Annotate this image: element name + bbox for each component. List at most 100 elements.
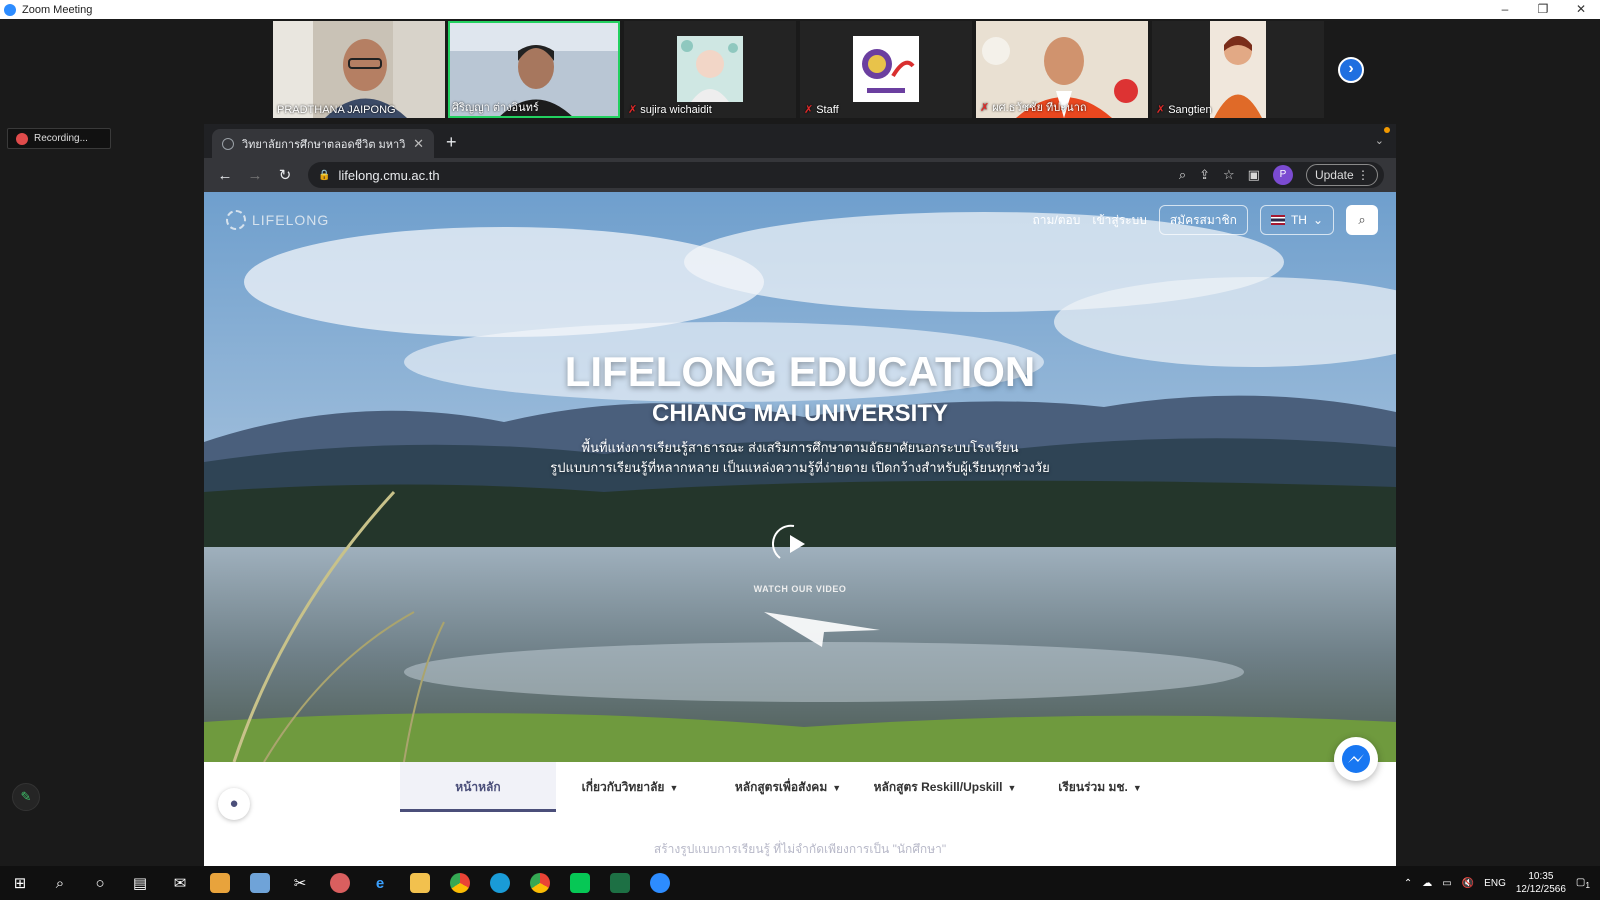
internet-explorer-icon[interactable]: e (360, 866, 400, 900)
new-tab-button[interactable]: + (446, 132, 457, 153)
app-icon[interactable] (240, 866, 280, 900)
notification-center-icon[interactable]: ▢1 (1576, 877, 1590, 890)
bookmark-star-icon[interactable]: ☆ (1223, 167, 1235, 183)
site-search-icon[interactable]: ⌕ (1346, 205, 1378, 235)
site-favicon-icon (222, 137, 234, 150)
restore-button[interactable]: ❐ (1524, 0, 1562, 19)
watch-video-label[interactable]: WATCH OUR VIDEO (204, 584, 1396, 594)
tray-chevron-icon[interactable]: ⌃ (1404, 878, 1412, 889)
side-panel-icon[interactable]: ▣ (1248, 167, 1260, 183)
zoom-logo-icon (4, 3, 16, 16)
chrome-icon[interactable] (440, 866, 480, 900)
menu-item-about[interactable]: เกี่ยวกับวิทยาลัย ▼ (568, 762, 692, 812)
paint-icon[interactable] (320, 866, 360, 900)
participant-name: ✗ ผศ.ธวัชชัย ทีปะนาถ (980, 102, 1087, 114)
menu-item-social-courses[interactable]: หลักสูตรเพื่อสังคม ▼ (718, 762, 858, 812)
onedrive-icon[interactable]: ☁ (1422, 878, 1432, 889)
window-controls: – ❐ ✕ (1486, 0, 1600, 19)
profile-avatar[interactable]: P (1272, 165, 1293, 185)
excel-icon[interactable] (600, 866, 640, 900)
hero-section: LIFELONG ถาม/ตอบ เข้าสู่ระบบ สมัครสมาชิก… (204, 192, 1396, 762)
mail-icon[interactable]: ✉ (160, 866, 200, 900)
gallery-next-page-button[interactable]: › (1338, 57, 1364, 83)
hero-title: LIFELONG EDUCATION (564, 348, 1036, 395)
hero-subtitle: CHIANG MAI UNIVERSITY (651, 400, 948, 427)
participant-tile[interactable]: ✗ sujira wichaidit (624, 21, 796, 118)
minimize-button[interactable]: – (1486, 0, 1524, 19)
task-view-icon[interactable]: ▤ (120, 866, 160, 900)
recording-indicator[interactable]: Recording... (7, 128, 111, 149)
menu-item-join-cmu[interactable]: เรียนร่วม มช. ▼ (1050, 762, 1150, 812)
file-explorer-icon[interactable] (400, 866, 440, 900)
reload-icon[interactable]: ↻ (270, 166, 300, 184)
muted-mic-icon: ✗ (628, 104, 638, 116)
participant-name: ✗ Staff (804, 104, 839, 116)
input-language[interactable]: ENG (1484, 878, 1506, 889)
address-bar-actions: ⌕ ⇪ ☆ ▣ P Update ⋮ (1179, 162, 1378, 188)
volume-muted-icon[interactable]: 🔇 (1462, 878, 1474, 889)
chevron-down-icon: ⌄ (1312, 213, 1323, 227)
tab-strip: วิทยาลัยการศึกษาตลอดชีวิต มหาวิ ✕ + ⌄ (204, 124, 1396, 158)
zoom-app-icon[interactable] (640, 866, 680, 900)
thai-flag-icon (1270, 215, 1285, 225)
login-link[interactable]: เข้าสู่ระบบ (1092, 211, 1147, 230)
chevron-down-icon: ▼ (669, 783, 679, 793)
browser-toolbar: ← → ↻ 🔒 lifelong.cmu.ac.th ⌕ ⇪ ☆ ▣ P Upd… (204, 158, 1396, 192)
hero-description: พื้นที่แห่งการเรียนรู้สาธารณะ ส่งเสริมกา… (550, 440, 1050, 475)
register-button[interactable]: สมัครสมาชิก (1158, 205, 1248, 235)
zoom-magnifier-icon[interactable]: ⌕ (1179, 167, 1186, 183)
windows-taskbar: ⊞ ⌕ ○ ▤ ✉ ✂ e ⌃ ☁ ▭ 🔇 ENG 10:35 12/12/25… (0, 866, 1600, 900)
notification-dot (1384, 127, 1390, 133)
windows-start-icon[interactable]: ⊞ (0, 866, 40, 900)
system-tray: ⌃ ☁ ▭ 🔇 ENG 10:35 12/12/2566 ▢1 (1404, 866, 1600, 900)
address-bar[interactable]: 🔒 lifelong.cmu.ac.th ⌕ ⇪ ☆ ▣ P Update ⋮ (308, 162, 1384, 188)
tab-close-icon[interactable]: ✕ (413, 136, 424, 152)
participant-name: ✗ Sangtien (1156, 104, 1212, 116)
participant-avatar (677, 36, 743, 102)
annotate-pen-icon[interactable]: ✎ (12, 783, 40, 811)
lifelong-logo-icon (226, 210, 246, 230)
tab-title: วิทยาลัยการศึกษาตลอดชีวิต มหาวิ (242, 138, 406, 151)
play-video-icon[interactable] (772, 522, 816, 566)
recording-cloud-icon (16, 132, 28, 145)
muted-mic-icon: ✗ (804, 104, 814, 116)
messenger-chat-icon[interactable] (1334, 737, 1378, 781)
taskbar-clock[interactable]: 10:35 12/12/2566 (1516, 870, 1566, 896)
edge-icon[interactable] (480, 866, 520, 900)
cortana-icon[interactable]: ○ (80, 866, 120, 900)
participant-name: PRADTHANA JAIPONG (277, 104, 396, 116)
participant-tile[interactable]: ✗ ผศ.ธวัชชัย ทีปะนาถ (976, 21, 1148, 118)
university-logo-avatar (853, 36, 919, 102)
tab-search-chevron-icon[interactable]: ⌄ (1375, 134, 1384, 147)
chrome-icon-2[interactable] (520, 866, 560, 900)
chevron-down-icon: ▼ (1132, 783, 1142, 793)
snipping-tool-icon[interactable]: ✂ (280, 866, 320, 900)
network-icon[interactable]: ▭ (1442, 878, 1451, 889)
shared-browser-window: วิทยาลัยการศึกษาตลอดชีวิต มหาวิ ✕ + ⌄ ← … (204, 124, 1396, 866)
participant-tile[interactable]: ✗ Sangtien (1152, 21, 1324, 118)
language-selector[interactable]: TH ⌄ (1259, 205, 1334, 235)
menu-item-reskill-upskill[interactable]: หลักสูตร Reskill/Upskill ▼ (870, 762, 1020, 812)
participant-video (1210, 21, 1266, 118)
browser-tab-active[interactable]: วิทยาลัยการศึกษาตลอดชีวิต มหาวิ ✕ (212, 129, 434, 158)
participant-tile-active-speaker[interactable]: ศิริญญา ต่างอินทร์ (448, 21, 620, 118)
forward-arrow-icon[interactable]: → (240, 167, 270, 184)
site-logo[interactable]: LIFELONG (226, 210, 329, 230)
share-icon[interactable]: ⇪ (1199, 167, 1210, 183)
line-app-icon[interactable] (560, 866, 600, 900)
close-window-button[interactable]: ✕ (1562, 0, 1600, 19)
participant-name: ศิริญญา ต่างอินทร์ (452, 102, 539, 114)
search-icon[interactable]: ⌕ (40, 866, 80, 900)
site-header-nav: ถาม/ตอบ เข้าสู่ระบบ สมัครสมาชิก TH ⌄ ⌕ (1032, 205, 1378, 235)
store-icon[interactable] (200, 866, 240, 900)
participant-gallery: PRADTHANA JAIPONG ศิริญญา ต่างอินทร์ ✗ su… (0, 19, 1600, 121)
cookie-settings-icon[interactable]: ● (218, 788, 250, 820)
menu-item-home[interactable]: หน้าหลัก (400, 762, 556, 812)
back-arrow-icon[interactable]: ← (210, 167, 240, 184)
participant-tile[interactable]: ✗ Staff (800, 21, 972, 118)
participant-tile[interactable]: PRADTHANA JAIPONG (273, 21, 445, 118)
update-button[interactable]: Update ⋮ (1305, 164, 1378, 186)
muted-mic-icon: ✗ (1156, 104, 1166, 116)
url-text: lifelong.cmu.ac.th (338, 167, 440, 183)
faq-link[interactable]: ถาม/ตอบ (1032, 211, 1080, 230)
